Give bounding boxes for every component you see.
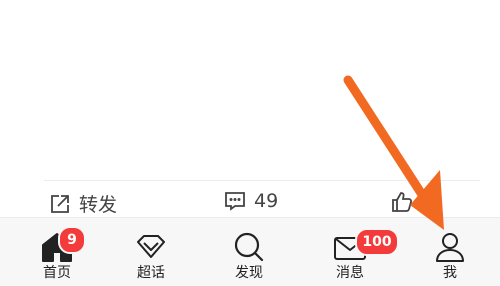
diamond-icon xyxy=(134,230,168,264)
share-icon xyxy=(49,193,71,215)
bottom-tab-bar: 9 首页 超话 发现 100 消息 我 xyxy=(0,217,500,286)
tab-messages-label: 消息 xyxy=(336,265,364,281)
comment-icon xyxy=(224,190,246,212)
post-content-area xyxy=(0,0,500,180)
tab-me-label: 我 xyxy=(443,265,457,281)
messages-badge: 100 xyxy=(355,228,399,256)
share-label: 转发 xyxy=(79,194,118,216)
comment-button[interactable]: 49 xyxy=(224,190,278,212)
comment-count: 49 xyxy=(254,190,279,212)
tab-super-topic[interactable]: 超话 xyxy=(106,218,196,286)
tab-me[interactable]: 我 xyxy=(405,218,495,286)
post-action-bar: 转发 49 xyxy=(0,186,500,218)
like-button[interactable] xyxy=(390,190,414,214)
thumbs-up-icon xyxy=(390,190,414,214)
share-button[interactable]: 转发 xyxy=(49,190,117,217)
tab-messages[interactable]: 100 消息 xyxy=(305,218,399,286)
tab-home-label: 首页 xyxy=(43,265,71,281)
divider xyxy=(44,180,480,181)
tab-super-label: 超话 xyxy=(137,265,165,281)
search-icon xyxy=(232,230,266,264)
home-badge: 9 xyxy=(58,226,86,254)
person-icon xyxy=(433,230,467,264)
tab-discover-label: 发现 xyxy=(235,265,263,281)
tab-discover[interactable]: 发现 xyxy=(204,218,294,286)
tab-home[interactable]: 9 首页 xyxy=(12,218,102,286)
